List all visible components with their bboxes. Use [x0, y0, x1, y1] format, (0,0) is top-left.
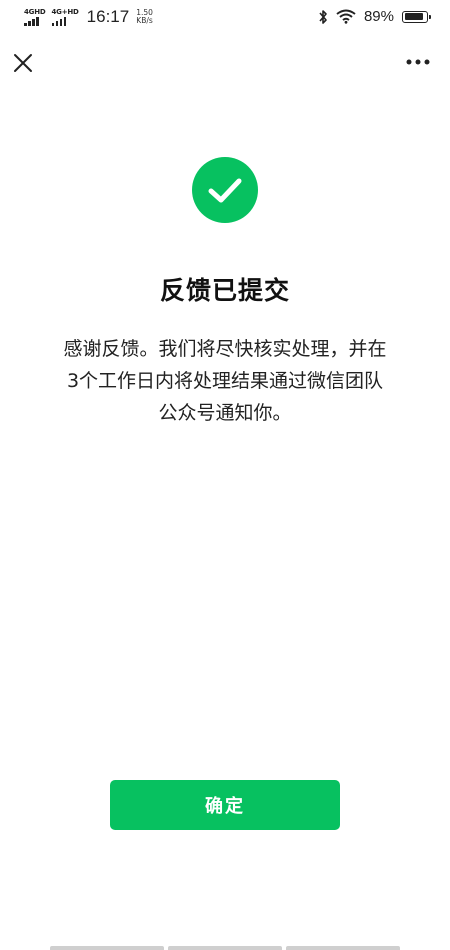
- result-message: 感谢反馈。我们将尽快核实处理，并在 3个工作日内将处理结果通过微信团队 公众号通…: [30, 333, 420, 429]
- network-indicator-1: 4GHD: [24, 7, 46, 26]
- signal-icon: [24, 16, 39, 26]
- page-title: 反馈已提交: [159, 276, 290, 305]
- checkmark-circle-icon: [192, 157, 258, 223]
- battery-percent: 89%: [363, 8, 394, 25]
- network-speed-unit: KB/s: [136, 16, 153, 25]
- network-indicator-2: 4G+HD: [51, 7, 79, 26]
- nav-bar: [0, 44, 450, 80]
- status-time: 16:17: [86, 7, 130, 26]
- feedback-submitted-screen: 4GHD 4G+HD 16:17 1.50 KB/s 89% 反馈已提交 感谢反…: [0, 0, 450, 950]
- status-bar-left: 4GHD 4G+HD 16:17 1.50 KB/s: [24, 7, 153, 27]
- message-line: 公众号通知你。: [158, 402, 292, 424]
- wifi-icon: [336, 9, 356, 24]
- network-speed: 1.50 KB/s: [136, 9, 153, 25]
- battery-tip: [429, 14, 431, 19]
- battery-icon: [402, 10, 431, 23]
- close-icon[interactable]: [10, 50, 36, 76]
- status-bar-right: 89%: [318, 8, 431, 25]
- signal-icon: [51, 16, 66, 26]
- confirm-button[interactable]: 确定: [110, 780, 340, 830]
- message-line: 感谢反馈。我们将尽快核实处理，并在: [63, 338, 387, 360]
- network-label-2: 4G+HD: [51, 7, 79, 16]
- message-line: 3个工作日内将处理结果通过微信团队: [66, 370, 384, 392]
- battery-fill: [404, 13, 424, 20]
- status-bar: 4GHD 4G+HD 16:17 1.50 KB/s 89%: [0, 0, 450, 36]
- home-indicator: [50, 946, 400, 950]
- network-label-1: 4GHD: [24, 7, 46, 16]
- more-dots-icon[interactable]: [404, 52, 432, 72]
- bluetooth-icon: [319, 9, 327, 24]
